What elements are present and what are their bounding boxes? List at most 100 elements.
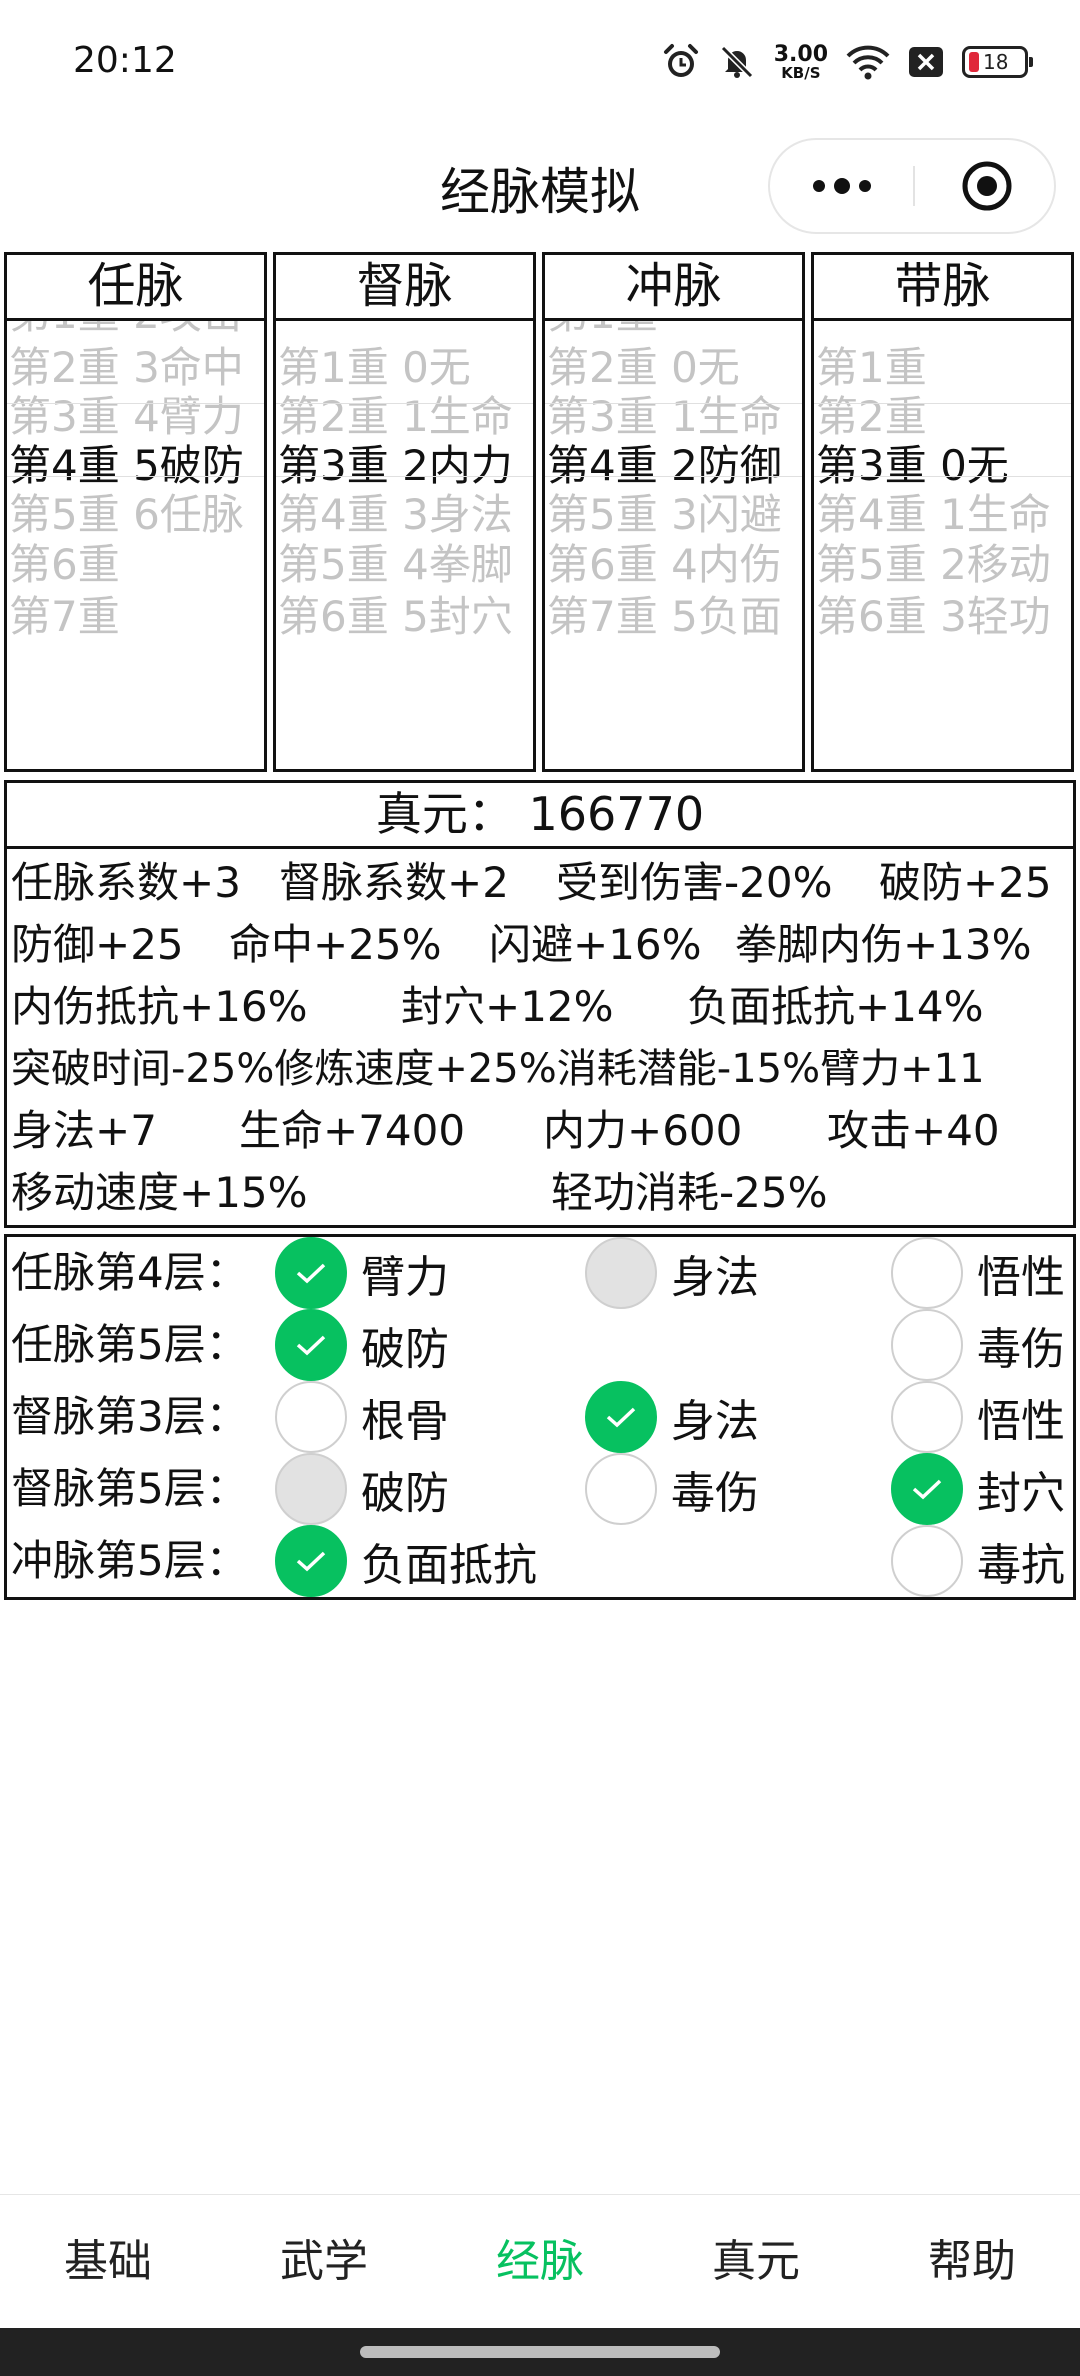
mute-bell-icon bbox=[718, 43, 756, 81]
checkbox-option[interactable]: 身法 bbox=[585, 1237, 759, 1309]
checkbox-option[interactable]: 根骨 bbox=[275, 1381, 449, 1453]
summary-stat: 破防+25 bbox=[879, 858, 1052, 907]
summary-stat: 负面抵抗+14% bbox=[687, 982, 984, 1031]
picker-wheel[interactable]: 第1重 第2重 第3重 0无 第4重 1生命 第5重 2移动 第6重 3轻功 bbox=[814, 321, 1071, 769]
sim-x-icon bbox=[908, 46, 944, 78]
check-icon bbox=[912, 1479, 942, 1500]
checkbox-unchecked[interactable] bbox=[275, 1381, 347, 1453]
summary-stat: 闪避+16% bbox=[489, 920, 702, 969]
checkbox-disabled[interactable] bbox=[275, 1453, 347, 1525]
tab-jingmai[interactable]: 经脉 bbox=[432, 2195, 648, 2329]
check-icon bbox=[296, 1263, 326, 1284]
checkbox-option[interactable]: 封穴 bbox=[891, 1453, 1065, 1525]
summary-line: 内伤抵抗+16% 封穴+12% 负面抵抗+14% bbox=[11, 976, 1075, 1038]
summary-line: 突破时间-25%修炼速度+25%消耗潜能-15%臂力+11 bbox=[11, 1038, 1075, 1100]
layer-options: 任脉第4层： 臂力 身法 悟性 任脉第5层： 破防 毒伤 督脉第3层： 根骨 身… bbox=[4, 1234, 1076, 1600]
picker-chongmai: 冲脉 第1重 第2重 0无 第3重 1生命 第4重 2防御 第5重 3闪避 第6… bbox=[542, 252, 805, 772]
checkbox-option[interactable]: 臂力 bbox=[275, 1237, 449, 1309]
checkbox-option[interactable]: 悟性 bbox=[891, 1381, 1065, 1453]
picker-item[interactable]: 第6重 3轻功 bbox=[816, 579, 1071, 654]
more-button[interactable] bbox=[770, 140, 913, 232]
picker-header: 冲脉 bbox=[545, 255, 802, 321]
checkbox-option[interactable]: 毒伤 bbox=[891, 1309, 1065, 1381]
checkbox-checked[interactable] bbox=[275, 1309, 347, 1381]
alarm-icon bbox=[662, 43, 700, 81]
close-button[interactable] bbox=[915, 140, 1058, 232]
checkbox-option[interactable]: 毒伤 bbox=[585, 1453, 759, 1525]
picker-wheel[interactable]: 第1重 2攻击 第2重 3命中 第3重 4臂力 第4重 5破防 第5重 6任脉 … bbox=[7, 321, 264, 769]
option-row-label: 任脉第5层： bbox=[11, 1320, 248, 1369]
summary-stat: 拳脚内伤+13% bbox=[735, 920, 1032, 969]
tab-jichu[interactable]: 基础 bbox=[0, 2195, 216, 2329]
picker-header: 任脉 bbox=[7, 255, 264, 321]
title-bar: 经脉模拟 bbox=[0, 128, 1080, 244]
picker-renmai: 任脉 第1重 2攻击 第2重 3命中 第3重 4臂力 第4重 5破防 第5重 6… bbox=[4, 252, 267, 772]
tab-zhenyuan[interactable]: 真元 bbox=[648, 2195, 864, 2329]
option-row-label: 督脉第3层： bbox=[11, 1392, 248, 1441]
picker-dumai: 督脉 第1重 0无 第2重 1生命 第3重 2内力 第4重 3身法 第5重 4拳… bbox=[273, 252, 536, 772]
system-nav-bar bbox=[0, 2328, 1080, 2376]
summary-line: 防御+25 命中+25% 闪避+16% 拳脚内伤+13% bbox=[11, 914, 1075, 976]
summary-stat: 命中+25% bbox=[229, 920, 442, 969]
status-icons: 3.00 KB/S 18 bbox=[662, 40, 1033, 84]
zhenyuan-total: 真元： 166770 bbox=[7, 783, 1073, 849]
checkbox-checked[interactable] bbox=[585, 1381, 657, 1453]
option-row: 任脉第5层： 破防 毒伤 bbox=[7, 1309, 1073, 1381]
tab-bangzhu[interactable]: 帮助 bbox=[864, 2195, 1080, 2329]
wifi-icon bbox=[846, 44, 890, 80]
option-row-label: 冲脉第5层： bbox=[11, 1536, 248, 1585]
summary-stat: 突破时间-25%修炼速度+25%消耗潜能-15%臂力+11 bbox=[11, 1046, 985, 1092]
checkbox-option[interactable]: 破防 bbox=[275, 1309, 449, 1381]
check-icon bbox=[606, 1407, 636, 1428]
bottom-tab-bar: 基础 武学 经脉 真元 帮助 bbox=[0, 2194, 1080, 2328]
checkbox-disabled[interactable] bbox=[585, 1237, 657, 1309]
option-row: 冲脉第5层： 负面抵抗 毒抗 bbox=[7, 1525, 1073, 1597]
target-close-icon bbox=[962, 161, 1011, 211]
picker-daimai: 带脉 第1重 第2重 第3重 0无 第4重 1生命 第5重 2移动 第6重 3轻… bbox=[811, 252, 1074, 772]
option-row-label: 任脉第4层： bbox=[11, 1248, 248, 1297]
summary-stat: 生命+7400 bbox=[239, 1106, 466, 1155]
picker-wheel[interactable]: 第1重 第2重 0无 第3重 1生命 第4重 2防御 第5重 3闪避 第6重 4… bbox=[545, 321, 802, 769]
checkbox-unchecked[interactable] bbox=[891, 1309, 963, 1381]
tab-wuxue[interactable]: 武学 bbox=[216, 2195, 432, 2329]
status-time: 20:12 bbox=[73, 40, 177, 81]
checkbox-unchecked[interactable] bbox=[891, 1237, 963, 1309]
picker-item[interactable]: 第7重 5负面 bbox=[547, 579, 802, 654]
net-speed: 3.00 KB/S bbox=[773, 41, 828, 82]
picker-header: 带脉 bbox=[814, 255, 1071, 321]
summary-stat: 攻击+40 bbox=[827, 1106, 1000, 1155]
meridian-pickers: 任脉 第1重 2攻击 第2重 3命中 第3重 4臂力 第4重 5破防 第5重 6… bbox=[4, 252, 1076, 772]
checkbox-checked[interactable] bbox=[891, 1453, 963, 1525]
checkbox-unchecked[interactable] bbox=[585, 1453, 657, 1525]
checkbox-option[interactable]: 负面抵抗 bbox=[275, 1525, 537, 1597]
summary-stat: 受到伤害-20% bbox=[556, 858, 833, 907]
battery-icon: 18 bbox=[962, 46, 1033, 78]
picker-wheel[interactable]: 第1重 0无 第2重 1生命 第3重 2内力 第4重 3身法 第5重 4拳脚 第… bbox=[276, 321, 533, 769]
summary-stat: 督脉系数+2 bbox=[279, 858, 509, 907]
summary-stat: 轻功消耗-25% bbox=[551, 1168, 828, 1217]
checkbox-option[interactable]: 破防 bbox=[275, 1453, 449, 1525]
checkbox-checked[interactable] bbox=[275, 1237, 347, 1309]
status-bar: 20:12 3.00 KB/S 18 bbox=[0, 0, 1080, 128]
checkbox-option[interactable]: 毒抗 bbox=[891, 1525, 1065, 1597]
checkbox-unchecked[interactable] bbox=[891, 1525, 963, 1597]
option-row: 督脉第3层： 根骨 身法 悟性 bbox=[7, 1381, 1073, 1453]
summary-stat: 身法+7 bbox=[11, 1106, 157, 1155]
summary-line: 移动速度+15% 轻功消耗-25% bbox=[11, 1162, 1075, 1224]
picker-item[interactable]: 第6重 5封穴 bbox=[278, 579, 533, 654]
checkbox-option[interactable]: 悟性 bbox=[891, 1237, 1065, 1309]
picker-item[interactable]: 第7重 bbox=[9, 579, 264, 654]
home-gesture-handle[interactable] bbox=[360, 2346, 720, 2358]
summary-stat: 内力+600 bbox=[543, 1106, 743, 1155]
checkbox-checked[interactable] bbox=[275, 1525, 347, 1597]
summary-line: 身法+7 生命+7400 内力+600 攻击+40 bbox=[11, 1100, 1075, 1162]
summary-line: 任脉系数+3 督脉系数+2 受到伤害-20% 破防+25 bbox=[11, 852, 1075, 914]
check-icon bbox=[296, 1551, 326, 1572]
option-row: 任脉第4层： 臂力 身法 悟性 bbox=[7, 1237, 1073, 1309]
more-dots-icon bbox=[812, 178, 871, 194]
checkbox-option[interactable]: 身法 bbox=[585, 1381, 759, 1453]
checkbox-unchecked[interactable] bbox=[891, 1381, 963, 1453]
summary-stat: 封穴+12% bbox=[401, 982, 614, 1031]
option-row: 督脉第5层： 破防 毒伤 封穴 bbox=[7, 1453, 1073, 1525]
attribute-summary: 真元： 166770 任脉系数+3 督脉系数+2 受到伤害-20% 破防+25 … bbox=[4, 780, 1076, 1228]
